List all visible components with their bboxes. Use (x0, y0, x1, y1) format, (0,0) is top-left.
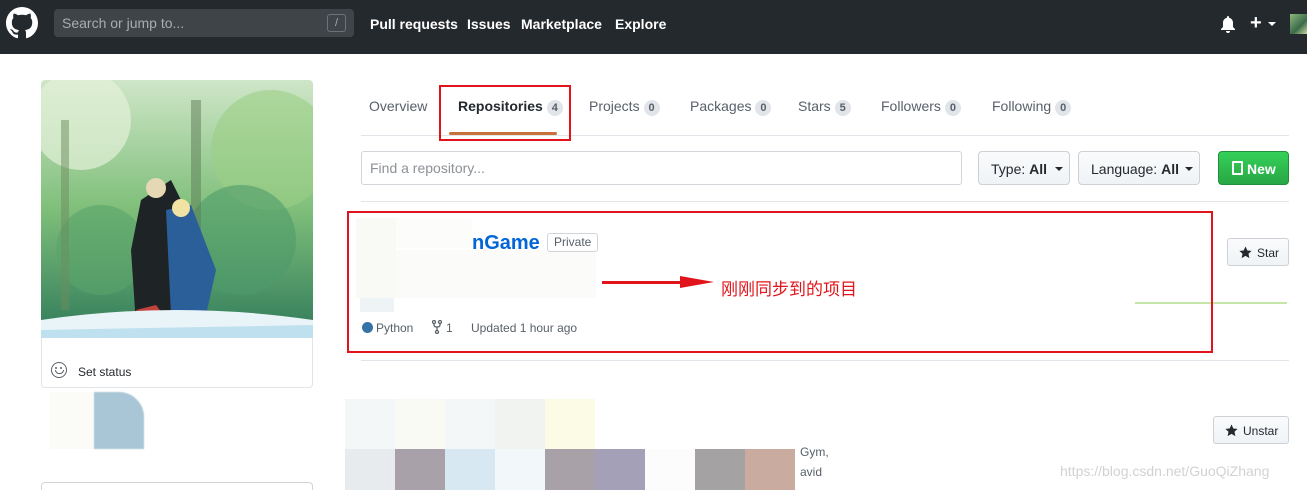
divider (361, 201, 1289, 202)
star-button[interactable]: Star (1227, 238, 1289, 266)
set-status-label: Set status (78, 365, 132, 379)
tab-count: 0 (944, 100, 961, 116)
global-search[interactable]: / (54, 9, 354, 37)
new-repository-button[interactable]: New (1218, 151, 1289, 185)
user-avatar[interactable] (1290, 14, 1307, 34)
find-repository-input[interactable] (361, 151, 962, 185)
tab-count: 0 (643, 100, 660, 116)
create-new-plus-icon[interactable]: + (1250, 13, 1262, 33)
divider (361, 360, 1289, 361)
tab-count: 5 (834, 100, 851, 116)
chevron-down-icon (1055, 167, 1063, 171)
tab-overview[interactable]: Overview (369, 98, 427, 114)
type-filter-dropdown[interactable]: Type: All (978, 151, 1070, 185)
redacted-block (94, 392, 144, 449)
global-search-input[interactable] (54, 9, 322, 37)
tab-stars[interactable]: Stars 5 (798, 98, 851, 116)
set-status-box[interactable]: Set status (41, 338, 313, 388)
tab-packages[interactable]: Packages 0 (690, 98, 772, 116)
highlight-box-tab (439, 85, 571, 141)
tab-projects[interactable]: Projects 0 (589, 98, 660, 116)
tab-followers[interactable]: Followers 0 (881, 98, 961, 116)
nav-explore[interactable]: Explore (615, 16, 666, 32)
chevron-down-icon (1185, 167, 1193, 171)
annotation-arrow (602, 281, 686, 284)
nav-marketplace[interactable]: Marketplace (521, 16, 602, 32)
annotation-text: 刚刚同步到的项目 (721, 280, 857, 300)
github-logo-icon[interactable] (6, 7, 38, 39)
chevron-down-icon[interactable] (1268, 22, 1276, 26)
repo-description-fragment: avid (800, 465, 823, 479)
unstar-button[interactable]: Unstar (1213, 416, 1289, 444)
nav-pull-requests[interactable]: Pull requests (370, 16, 458, 32)
watermark-text: https://blog.csdn.net/GuoQiZhang (1060, 463, 1270, 479)
repo-book-icon (1232, 161, 1243, 175)
nav-issues[interactable]: Issues (467, 16, 511, 32)
search-shortcut-hint: / (327, 14, 346, 32)
redacted-block (50, 392, 94, 449)
star-icon (1225, 424, 1238, 437)
tab-count: 0 (1055, 100, 1072, 116)
star-icon (1239, 246, 1252, 259)
repo-description-fragment: Gym, (800, 445, 829, 459)
arrow-right-icon (680, 276, 714, 288)
smiley-icon (51, 362, 67, 378)
top-header: / Pull requests Issues Marketplace Explo… (0, 0, 1307, 54)
profile-avatar-image (41, 80, 313, 338)
tab-count: 0 (755, 100, 772, 116)
language-filter-dropdown[interactable]: Language: All (1078, 151, 1200, 185)
tab-following[interactable]: Following 0 (992, 98, 1072, 116)
notifications-bell-icon[interactable] (1220, 16, 1236, 33)
sidebar-card (41, 482, 313, 490)
